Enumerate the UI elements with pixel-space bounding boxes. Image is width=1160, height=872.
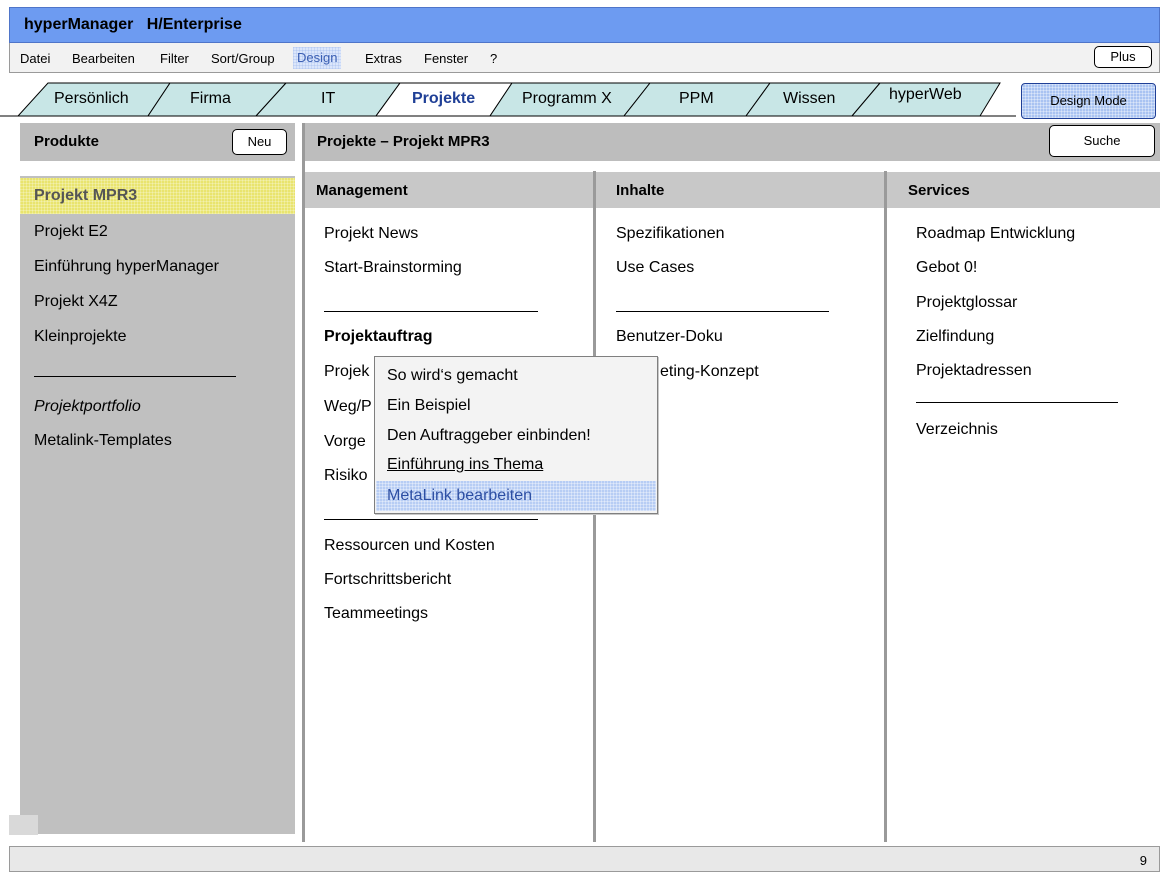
page-number: 9 — [1139, 853, 1147, 868]
menu-sort-group[interactable]: Sort/Group — [211, 51, 275, 66]
link-zielfindung[interactable]: Zielfindung — [916, 328, 994, 346]
context-menu-item-einfuehrung-ins-thema[interactable]: Einführung ins Thema — [387, 456, 543, 474]
sidebar-header: Produkte Neu — [20, 123, 295, 161]
sidebar-title: Produkte — [34, 133, 100, 150]
section-projektauftrag[interactable]: Projektauftrag — [324, 328, 432, 346]
sidebar-item-projekt-x4z[interactable]: Projekt X4Z — [34, 293, 118, 311]
management-separator-1 — [324, 311, 538, 312]
plus-button[interactable]: Plus — [1094, 46, 1152, 68]
context-menu-item-metalink-bearbeiten[interactable]: MetaLink bearbeiten — [376, 481, 656, 511]
corner-stub — [9, 815, 38, 835]
tab-wissen[interactable]: Wissen — [783, 90, 835, 108]
menu-datei[interactable]: Datei — [20, 51, 50, 66]
link-verzeichnis[interactable]: Verzeichnis — [916, 421, 998, 439]
column-divider-2 — [884, 171, 887, 842]
menu-bearbeiten[interactable]: Bearbeiten — [72, 51, 135, 66]
menu-extras[interactable]: Extras — [365, 51, 402, 66]
link-projektadressen[interactable]: Projektadressen — [916, 362, 1032, 380]
link-fortschrittsbericht[interactable]: Fortschrittsbericht — [324, 571, 451, 589]
tab-hyperweb[interactable]: hyperWeb — [889, 86, 962, 104]
link-projektglossar[interactable]: Projektglossar — [916, 294, 1017, 312]
menu-fenster[interactable]: Fenster — [424, 51, 468, 66]
column-title-inhalte: Inhalte — [616, 182, 665, 199]
link-ressourcen-und-kosten[interactable]: Ressourcen und Kosten — [324, 537, 495, 555]
main-header: Projekte – Projekt MPR3 Suche — [303, 123, 1160, 161]
link-benutzer-doku[interactable]: Benutzer-Doku — [616, 328, 723, 346]
tab-programm-x[interactable]: Programm X — [522, 90, 612, 108]
title-bar: hyperManager H/Enterprise — [9, 7, 1160, 43]
link-risiko-partial[interactable]: Risiko — [324, 467, 368, 485]
column-title-services: Services — [908, 182, 970, 199]
context-menu-item-so-wirds-gemacht[interactable]: So wird‘s gemacht — [387, 367, 518, 385]
link-weg-partial[interactable]: Weg/P — [324, 398, 372, 416]
link-spezifikationen[interactable]: Spezifikationen — [616, 225, 725, 243]
column-header-services: Services — [887, 172, 1160, 208]
tab-ppm[interactable]: PPM — [679, 90, 714, 108]
link-use-cases[interactable]: Use Cases — [616, 259, 694, 277]
design-mode-button[interactable]: Design Mode — [1021, 83, 1156, 119]
link-projekt-partial[interactable]: Projek — [324, 363, 369, 381]
tab-it[interactable]: IT — [321, 90, 335, 108]
link-start-brainstorming[interactable]: Start-Brainstorming — [324, 259, 462, 277]
link-projekt-news[interactable]: Projekt News — [324, 225, 418, 243]
tab-projekte[interactable]: Projekte — [412, 90, 475, 108]
inhalte-separator — [616, 311, 829, 312]
search-button[interactable]: Suche — [1049, 125, 1155, 157]
column-header-management: Management — [305, 172, 593, 208]
sidebar-item-metalink-templates[interactable]: Metalink-Templates — [34, 432, 172, 450]
link-vorge-partial[interactable]: Vorge — [324, 433, 366, 451]
sidebar-item-kleinprojekte[interactable]: Kleinprojekte — [34, 328, 127, 346]
menu-help[interactable]: ? — [490, 51, 497, 66]
app-title: hyperManager H/Enterprise — [24, 16, 242, 33]
link-teammeetings[interactable]: Teammeetings — [324, 605, 428, 623]
link-gebot-0[interactable]: Gebot 0! — [916, 259, 977, 277]
sidebar-item-projektportfolio[interactable]: Projektportfolio — [34, 398, 141, 416]
sidebar-item-projekt-e2[interactable]: Projekt E2 — [34, 223, 108, 241]
services-separator — [916, 402, 1118, 403]
link-roadmap-entwicklung[interactable]: Roadmap Entwicklung — [916, 225, 1075, 243]
link-marketing-konzept[interactable]: eting-Konzept — [660, 363, 759, 381]
sidebar-item-einfuehrung[interactable]: Einführung hyperManager — [34, 258, 219, 276]
main-title: Projekte – Projekt MPR3 — [317, 133, 490, 150]
tab-persoenlich[interactable]: Persönlich — [54, 90, 129, 108]
sidebar-separator — [34, 376, 236, 377]
status-bar: 9 — [9, 846, 1160, 872]
new-button[interactable]: Neu — [232, 129, 287, 155]
menu-filter[interactable]: Filter — [160, 51, 189, 66]
tab-firma[interactable]: Firma — [190, 90, 231, 108]
sidebar: Projekt MPR3 Projekt E2 Einführung hyper… — [20, 176, 295, 834]
management-separator-2 — [324, 519, 538, 520]
sidebar-item-projekt-mpr3[interactable]: Projekt MPR3 — [20, 178, 295, 214]
panel-divider — [302, 123, 305, 842]
context-menu-item-ein-beispiel[interactable]: Ein Beispiel — [387, 397, 471, 415]
menu-design[interactable]: Design — [293, 47, 341, 69]
context-menu-item-auftraggeber-einbinden[interactable]: Den Auftraggeber einbinden! — [387, 427, 591, 445]
column-header-inhalte: Inhalte — [596, 172, 884, 208]
column-title-management: Management — [316, 182, 408, 199]
context-menu: So wird‘s gemacht Ein Beispiel Den Auftr… — [374, 356, 658, 514]
